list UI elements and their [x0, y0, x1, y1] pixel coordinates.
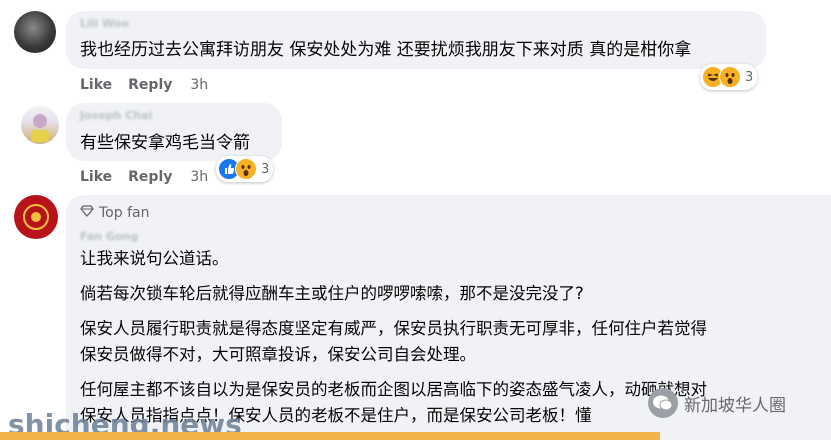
- wow-reaction-icon: [235, 158, 257, 180]
- comment-actions: Like Reply 3h: [80, 169, 224, 185]
- comment-paragraph: 保安员做得不对，大可照章投诉，保安公司自会处理。: [80, 345, 476, 364]
- comment-bubble: Lili Woo 我也经历过去公寓拜访朋友 保安处处为难 还要扰烦我朋友下来对质…: [66, 11, 766, 69]
- comment-time[interactable]: 3h: [190, 169, 208, 185]
- reaction-count: 3: [745, 69, 754, 85]
- comment-time[interactable]: 3h: [190, 77, 208, 93]
- watermark-text: 新加坡华人圈: [684, 395, 786, 416]
- avatar[interactable]: [14, 195, 58, 239]
- comment-bubble: Joseph Chai 有些保安拿鸡毛当令箭: [66, 103, 282, 161]
- bottom-highlight-bar: [0, 432, 660, 440]
- reply-button[interactable]: Reply: [128, 77, 172, 93]
- wechat-icon: [648, 388, 678, 418]
- comment-actions: Like Reply 3h: [80, 77, 224, 93]
- watermark-badge: 新加坡华人圈: [648, 388, 786, 418]
- reaction-summary[interactable]: 3: [700, 64, 758, 90]
- top-fan-badge: Top fan: [80, 204, 149, 222]
- top-fan-label: Top fan: [99, 205, 150, 221]
- reply-button[interactable]: Reply: [128, 169, 172, 185]
- wow-reaction-icon: [719, 66, 741, 88]
- comment-author[interactable]: Fan Gong: [80, 230, 138, 243]
- comment-paragraph: 倘若每次锁车轮后就得应酬车主或住户的啰啰嗦嗦，那不是没完没了?: [80, 284, 584, 303]
- avatar[interactable]: [21, 106, 59, 144]
- like-button[interactable]: Like: [80, 169, 112, 185]
- comment-paragraph: 任何屋主都不该自以为是保安员的老板而企图以居高临下的姿态盛气凌人，动砸就想对: [80, 380, 707, 399]
- reaction-summary[interactable]: 3: [216, 156, 274, 182]
- comment-text: 有些保安拿鸡毛当令箭: [80, 133, 250, 153]
- comment-paragraph: 保安人员履行职责就是得态度坚定有威严，保安员执行职责无可厚非，任何住户若觉得: [80, 319, 707, 338]
- comment-text: 我也经历过去公寓拜访朋友 保安处处为难 还要扰烦我朋友下来对质 真的是柑你拿: [80, 40, 692, 60]
- comment-author[interactable]: Joseph Chai: [80, 109, 152, 122]
- comment-paragraph: 让我来说句公道话。: [80, 249, 229, 268]
- diamond-icon: [80, 204, 94, 222]
- avatar[interactable]: [14, 11, 56, 53]
- reaction-count: 3: [261, 161, 270, 177]
- like-button[interactable]: Like: [80, 77, 112, 93]
- comment-author[interactable]: Lili Woo: [80, 17, 129, 30]
